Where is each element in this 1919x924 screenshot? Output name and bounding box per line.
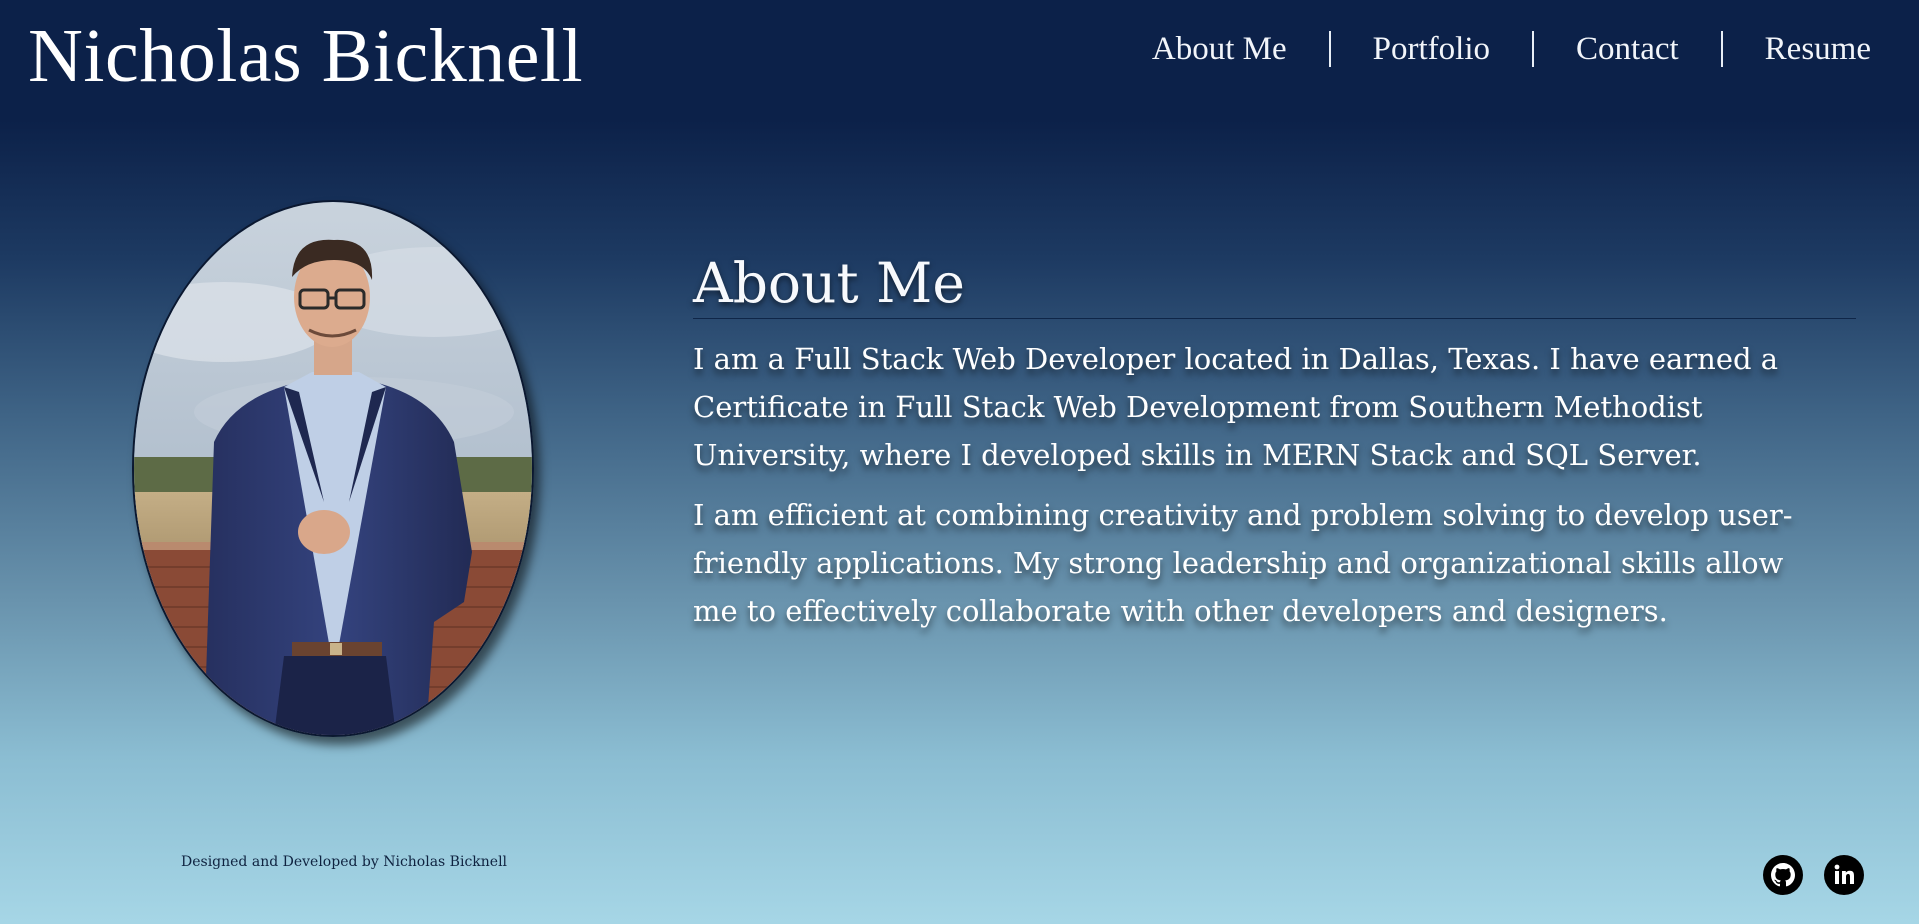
social-links <box>1763 855 1864 895</box>
nav-portfolio[interactable]: Portfolio <box>1373 24 1490 74</box>
profile-photo <box>132 200 534 737</box>
linkedin-icon[interactable] <box>1824 855 1864 895</box>
about-paragraph: I am efficient at combining creativity a… <box>693 498 1793 628</box>
about-divider <box>693 318 1856 319</box>
nav-divider <box>1532 31 1535 67</box>
about-heading: About Me <box>693 251 965 315</box>
nav-resume[interactable]: Resume <box>1765 24 1871 74</box>
github-icon[interactable] <box>1763 855 1803 895</box>
nav-contact[interactable]: Contact <box>1576 24 1679 74</box>
nav-about-me[interactable]: About Me <box>1152 24 1287 74</box>
footer-credit: Designed and Developed by Nicholas Bickn… <box>181 854 508 870</box>
nav-divider <box>1328 31 1331 67</box>
site-title[interactable]: Nicholas Bicknell <box>28 8 583 104</box>
about-paragraph: I am a Full Stack Web Developer located … <box>693 342 1779 472</box>
about-section: About Me I am a Full Stack Web Developer… <box>693 248 1856 647</box>
main-nav: About Me Portfolio Contact Resume <box>1152 24 1871 74</box>
nav-divider <box>1720 31 1723 67</box>
